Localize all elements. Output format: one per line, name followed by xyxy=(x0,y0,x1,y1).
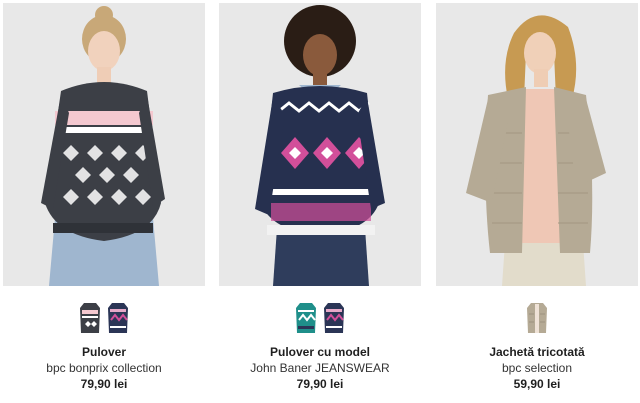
product-image[interactable] xyxy=(219,3,421,286)
product-card[interactable]: Jachetă tricotată bpc selection 59,90 le… xyxy=(436,3,638,392)
color-swatches xyxy=(219,300,421,342)
beige-cardigan-icon[interactable] xyxy=(526,300,548,334)
color-swatches xyxy=(3,300,205,342)
product-grid: Pulover bpc bonprix collection 79,90 lei xyxy=(0,0,640,403)
product-brand: John Baner JEANSWEAR xyxy=(250,361,390,375)
color-swatches xyxy=(436,300,638,342)
product-card[interactable]: Pulover bpc bonprix collection 79,90 lei xyxy=(3,3,205,392)
product-name[interactable]: Jachetă tricotată xyxy=(436,344,638,360)
product-price: 79,90 lei xyxy=(80,377,128,391)
grey-pink-pattern-sweater-icon[interactable] xyxy=(79,300,101,334)
product-price: 59,90 lei xyxy=(513,377,561,391)
navy-pink-pattern-sweater-icon[interactable] xyxy=(107,300,129,334)
product-image[interactable] xyxy=(436,3,638,286)
product-name[interactable]: Pulover xyxy=(3,344,205,360)
product-image[interactable] xyxy=(3,3,205,286)
product-name[interactable]: Pulover cu model xyxy=(219,344,421,360)
product-card[interactable]: Pulover cu model John Baner JEANSWEAR 79… xyxy=(219,3,421,392)
product-brand: bpc selection xyxy=(501,361,573,375)
navy-pink-pattern-sweater-icon[interactable] xyxy=(323,300,345,334)
product-price: 79,90 lei xyxy=(296,377,344,391)
teal-pattern-sweater-icon[interactable] xyxy=(295,300,317,334)
product-brand: bpc bonprix collection xyxy=(46,361,162,375)
